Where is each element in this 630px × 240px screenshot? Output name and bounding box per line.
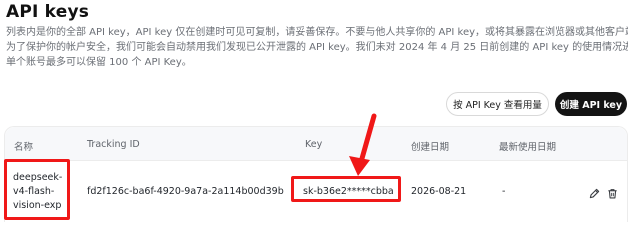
- key-name-cell: deepseek- v4-flash- vision-exp: [9, 161, 73, 223]
- create-api-key-button[interactable]: 创建 API key: [555, 92, 627, 116]
- edit-icon[interactable]: [587, 186, 601, 200]
- key-name-line: vision-exp: [13, 200, 62, 211]
- description-line: 单个账号最多可以保留 100 个 API Key。: [6, 57, 192, 68]
- view-usage-by-key-button[interactable]: 按 API Key 查看用量: [446, 92, 549, 116]
- description-line: 列表内是你的全部 API key，API key 仅在创建时可见可复制，请妥善保…: [6, 27, 628, 38]
- annotation-arrow-icon: [349, 113, 377, 176]
- api-keys-page: API keys 列表内是你的全部 API key，API key 仅在创建时可…: [0, 0, 630, 222]
- key-name-line: v4-flash-: [13, 186, 55, 197]
- page-title: API keys: [6, 2, 90, 22]
- column-header-key: Key: [305, 139, 323, 150]
- column-header-name: 名称: [14, 142, 34, 153]
- table-header-row: 名称 Tracking ID Key 创建日期 最新使用日期: [5, 127, 627, 161]
- tracking-id-cell: fd2f126c-ba6f-4920-9a7a-2a114b00d39b: [87, 186, 284, 197]
- key-cell: sk-b36e2*****cbba: [303, 186, 394, 197]
- last-used-date-cell: -: [502, 186, 506, 197]
- api-keys-table: 名称 Tracking ID Key 创建日期 最新使用日期 deepseek-…: [4, 126, 628, 222]
- created-date-cell: 2026-08-21: [411, 186, 467, 197]
- column-header-tracking-id: Tracking ID: [87, 139, 140, 150]
- key-name-line: deepseek-: [13, 172, 63, 183]
- description-line: 为了保护你的帐户安全，我们可能会自动禁用我们发现已公开泄露的 API key。我…: [6, 42, 628, 53]
- trash-icon[interactable]: [605, 186, 619, 200]
- page-description: 列表内是你的全部 API key，API key 仅在创建时可见可复制，请妥善保…: [6, 25, 628, 70]
- column-header-last-used-date: 最新使用日期: [499, 142, 557, 153]
- column-header-created-date: 创建日期: [411, 142, 450, 153]
